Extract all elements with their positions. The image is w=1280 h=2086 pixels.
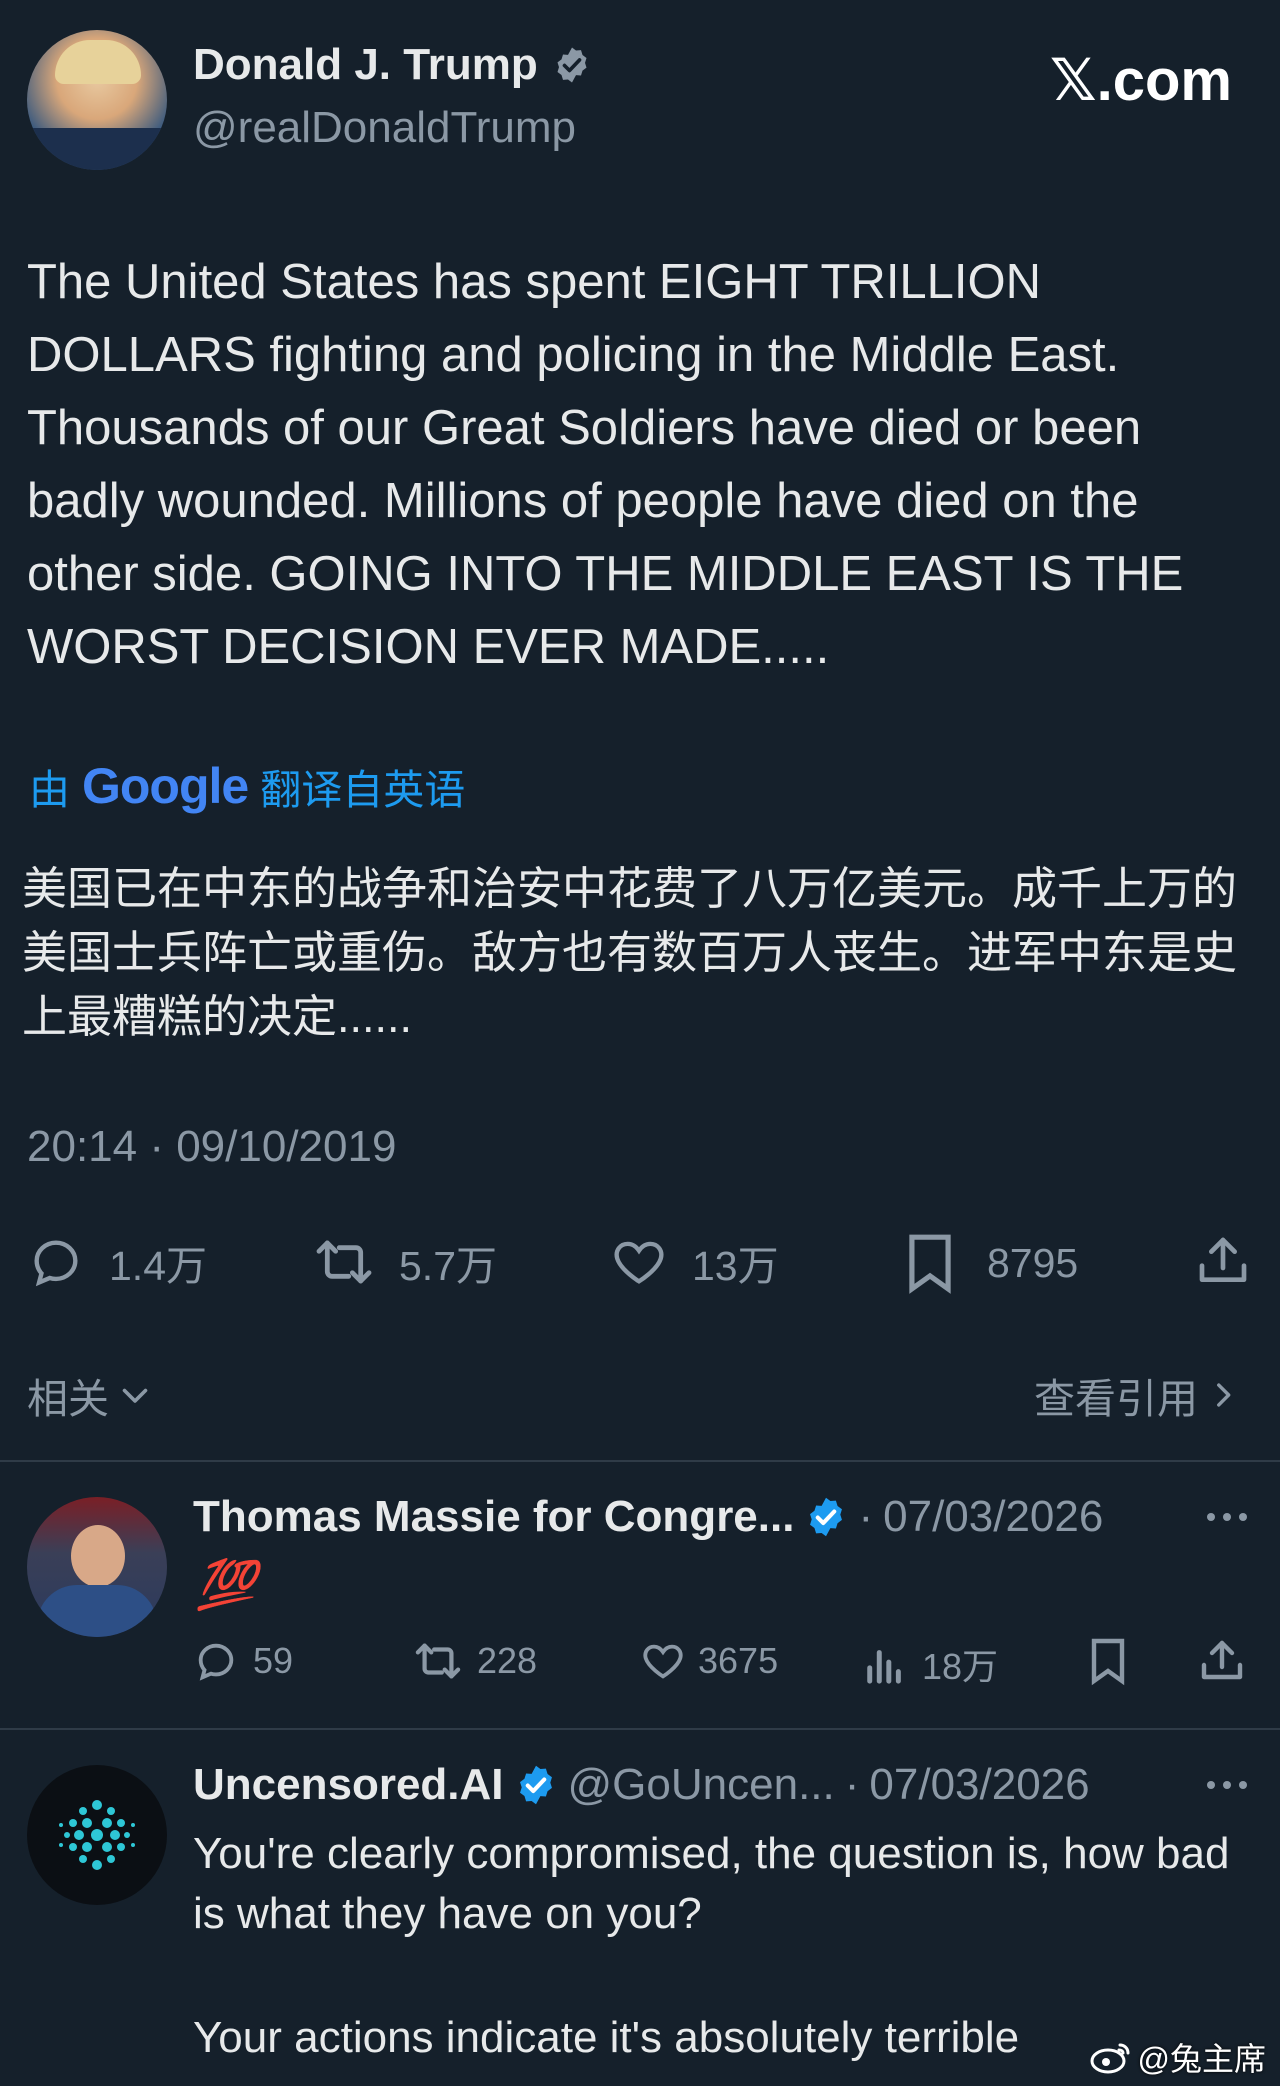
bookmark-icon: [1091, 1638, 1125, 1686]
reply2-author-name[interactable]: Uncensored.AI: [193, 1760, 504, 1810]
uncensored-ai-avatar[interactable]: [27, 1765, 167, 1905]
tweet-timestamp[interactable]: 20:14 · 09/10/2019: [27, 1122, 396, 1172]
share-action[interactable]: [1195, 1232, 1251, 1290]
verified-icon: [519, 1765, 552, 1805]
translate-prefix: 由: [29, 767, 70, 813]
views-chart-icon: [867, 1650, 901, 1684]
weibo-logo-icon: [1090, 2043, 1129, 2074]
reply-icon: [198, 1643, 234, 1681]
reply1-reply-action[interactable]: 59: [193, 1638, 293, 1684]
reply-action[interactable]: 1.4万: [27, 1232, 207, 1292]
chevron-right-icon: [1217, 1383, 1231, 1407]
main-author-row: Donald J. Trump: [193, 40, 592, 90]
reply1-emoji: 💯: [196, 1559, 256, 1612]
shirt-shape: [37, 1585, 157, 1637]
sort-label: 相关: [27, 1376, 109, 1422]
main-author-name[interactable]: Donald J. Trump: [193, 40, 538, 90]
share-icon: [1201, 1640, 1243, 1680]
reply1-views-count: 18万: [922, 1646, 999, 1687]
bookmark-icon: [909, 1234, 951, 1294]
tweet-text-chinese: 美国已在中东的战争和治安中花费了八万亿美元。成千上万的美国士兵阵亡或重伤。敌方也…: [22, 863, 1238, 1042]
reply2-text-line1: You're clearly compromised, the question…: [193, 1829, 1230, 1938]
hair-shape: [55, 40, 141, 84]
reply1-more-icon[interactable]: [1207, 1513, 1247, 1521]
reply1-views-action[interactable]: 18万: [864, 1638, 998, 1690]
face-shape: [71, 1525, 125, 1587]
reply1-retweet-action[interactable]: 228: [413, 1638, 537, 1684]
weibo-watermark: @兔主席: [1090, 2034, 1267, 2080]
reply2-separator: ·: [844, 1760, 860, 1809]
like-count: 13万: [692, 1243, 779, 1289]
heart-icon: [614, 1241, 664, 1284]
verified-icon: [810, 1497, 843, 1537]
main-author-handle[interactable]: @realDonaldTrump: [193, 103, 576, 153]
reply1-header: Thomas Massie for Congre... · 07/03/2026: [193, 1492, 1103, 1542]
view-quotes-label: 查看引用: [1034, 1376, 1198, 1422]
google-logo: Google: [82, 758, 249, 814]
reply2-more-icon[interactable]: [1207, 1781, 1247, 1789]
bookmark-action[interactable]: 8795: [903, 1232, 1078, 1294]
heart-icon: [643, 1644, 683, 1679]
reply1-date[interactable]: 07/03/2026: [883, 1492, 1103, 1542]
reply1-share-action[interactable]: [1198, 1636, 1246, 1686]
retweet-action[interactable]: 5.7万: [313, 1232, 497, 1292]
translation-label[interactable]: 由 Google 翻译自英语: [29, 756, 465, 816]
translate-suffix: 翻译自英语: [260, 767, 466, 813]
divider-middle: [0, 1728, 1280, 1730]
sort-relevance-dropdown[interactable]: 相关: [27, 1365, 153, 1425]
reply1-separator: ·: [858, 1492, 874, 1541]
reply2-header: Uncensored.AI @GoUncen... · 07/03/2026: [193, 1760, 1090, 1810]
bookmark-count: 8795: [987, 1239, 1079, 1286]
reply1-reply-count: 59: [253, 1640, 294, 1681]
reply-count: 1.4万: [109, 1243, 207, 1289]
reply1-bookmark-action[interactable]: [1088, 1636, 1128, 1686]
like-action[interactable]: 13万: [610, 1232, 779, 1292]
reply2-handle[interactable]: @GoUncen...: [568, 1760, 835, 1810]
reply1-retweet-count: 228: [477, 1640, 538, 1681]
trump-avatar[interactable]: [27, 30, 167, 170]
suit-shape: [27, 128, 167, 170]
brain-network-logo: [59, 1800, 135, 1870]
reply1-author-name[interactable]: Thomas Massie for Congre...: [193, 1492, 794, 1542]
reply1-like-action[interactable]: 3675: [640, 1638, 778, 1684]
tweet-text-english: The United States has spent EIGHT TRILLI…: [27, 255, 1184, 674]
x-logo-badge: 𝕏.com: [1049, 48, 1232, 113]
retweet-icon: [316, 1240, 372, 1284]
verified-icon: [557, 47, 587, 83]
retweet-icon: [415, 1643, 461, 1679]
reply2-date[interactable]: 07/03/2026: [869, 1760, 1089, 1810]
watermark-text: @兔主席: [1137, 2041, 1267, 2077]
reply1-like-count: 3675: [698, 1640, 779, 1681]
share-icon: [1199, 1237, 1247, 1282]
retweet-count: 5.7万: [399, 1243, 497, 1289]
view-quotes-link[interactable]: 查看引用: [1034, 1365, 1240, 1425]
massie-avatar[interactable]: [27, 1497, 167, 1637]
chevron-down-icon: [122, 1388, 148, 1403]
divider-top: [0, 1460, 1280, 1462]
reply-icon: [34, 1240, 78, 1287]
